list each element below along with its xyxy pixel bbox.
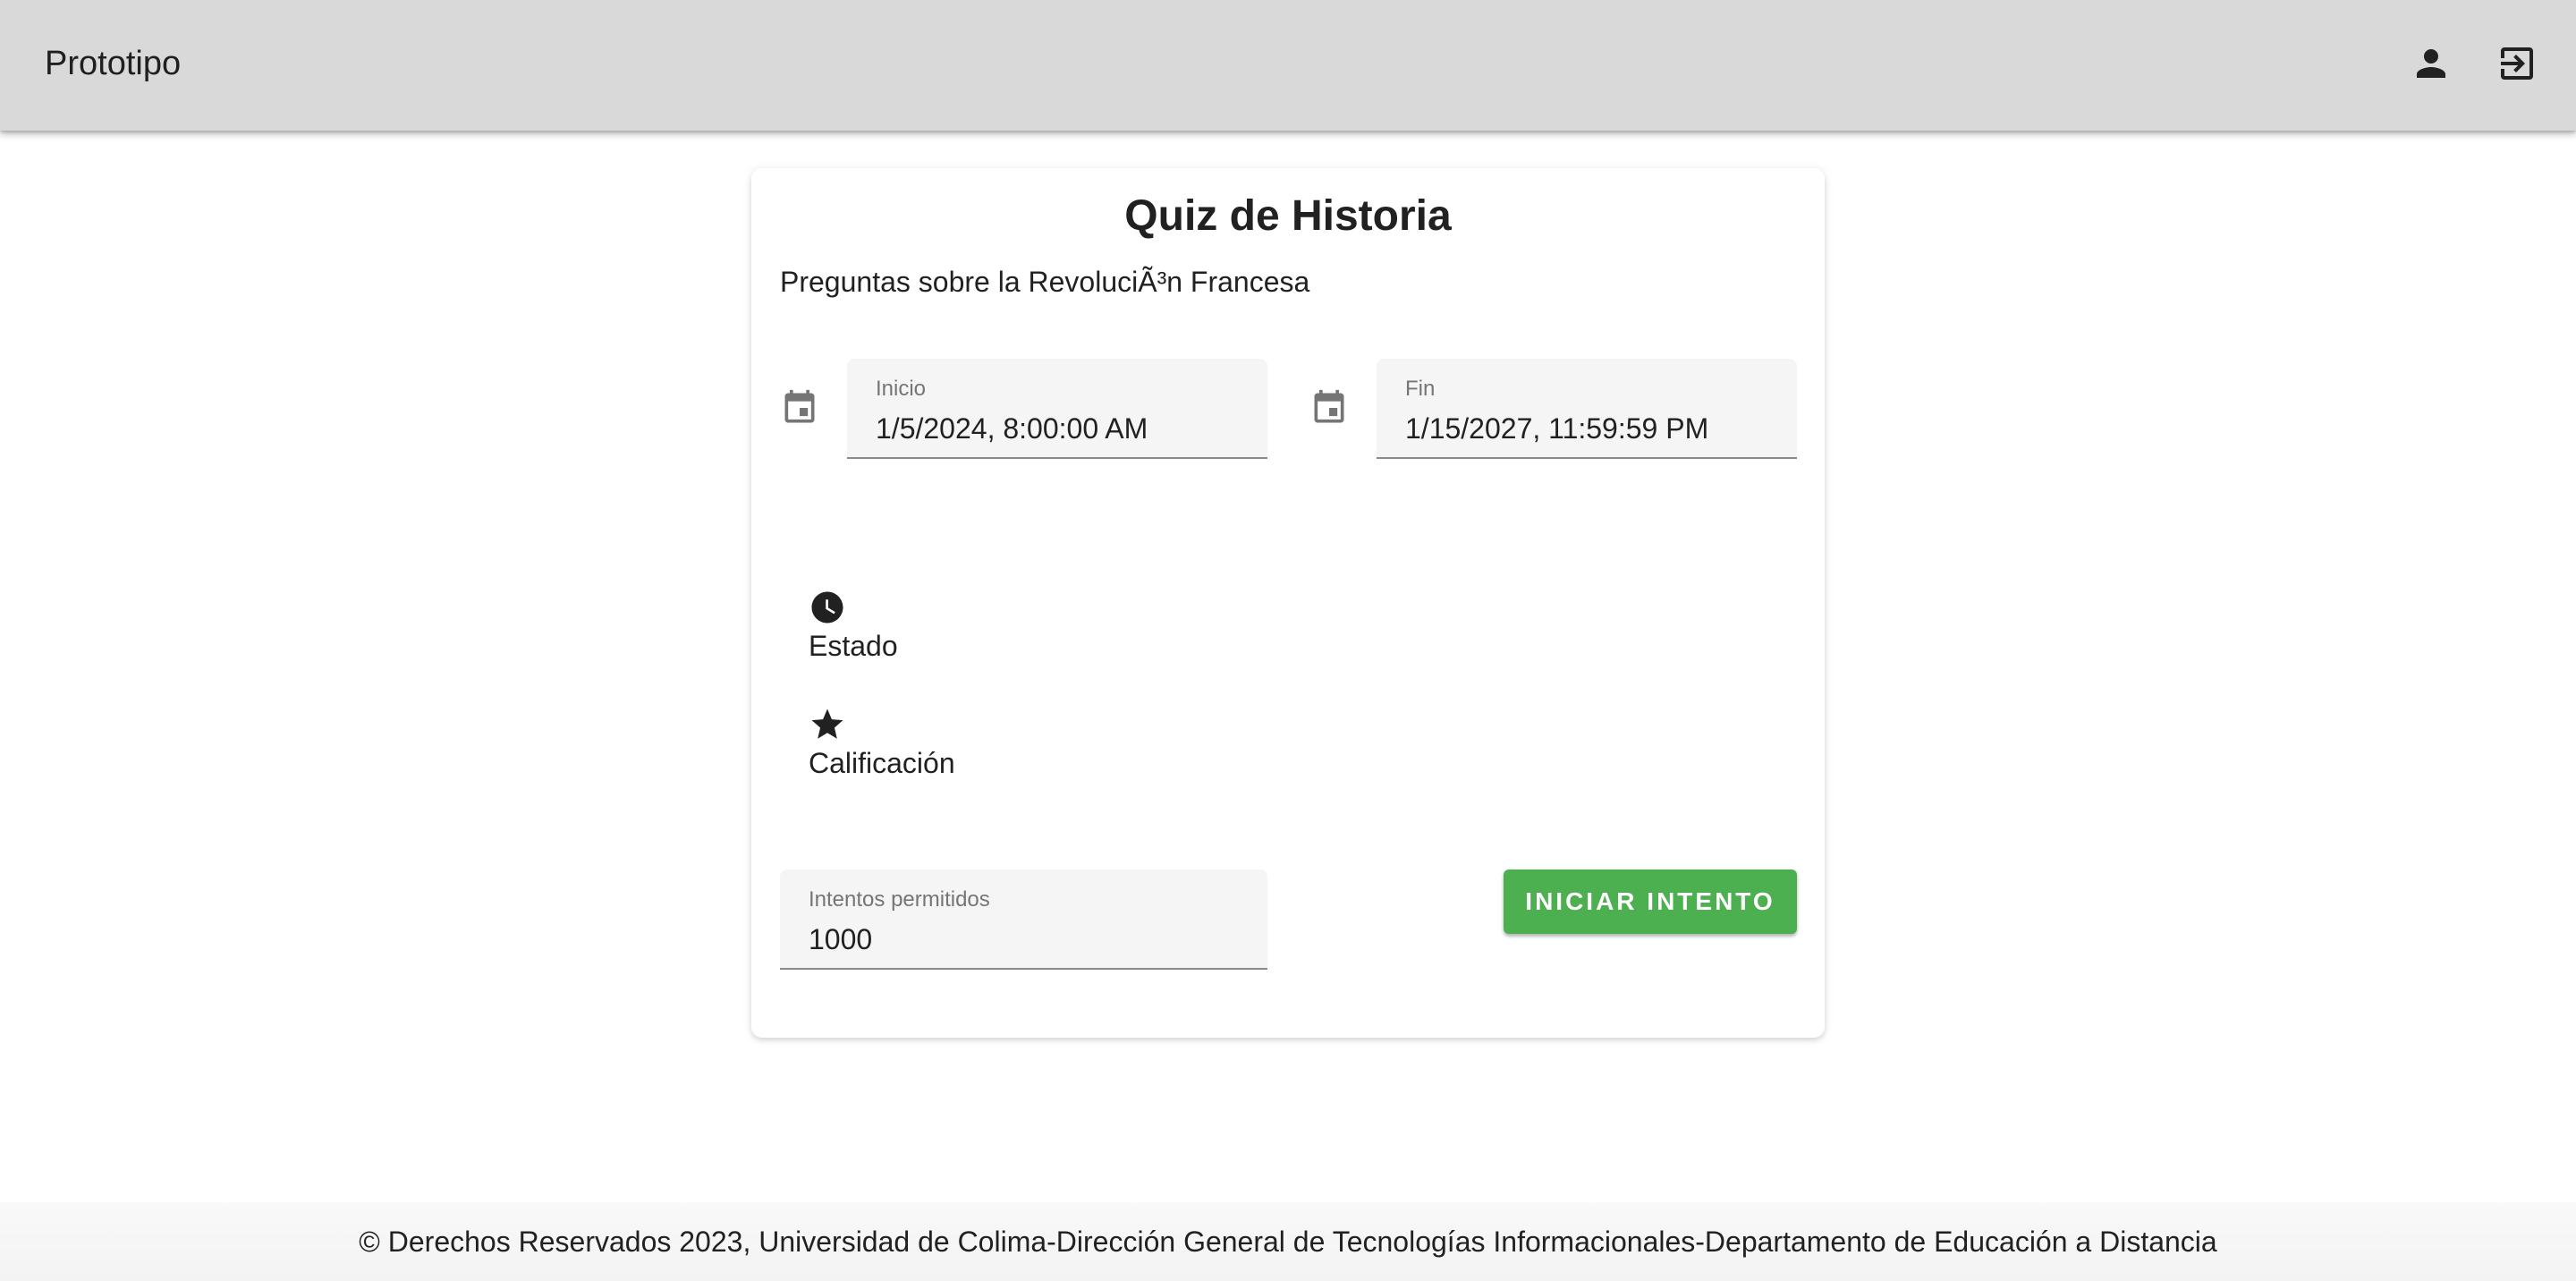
start-attempt-button[interactable]: INICIAR INTENTO xyxy=(1504,870,1797,934)
quiz-title: Quiz de Historia xyxy=(1124,192,1452,240)
end-date-field[interactable]: Fin 1/15/2027, 11:59:59 PM xyxy=(1377,359,1797,459)
start-date-value: 1/5/2024, 8:00:00 AM xyxy=(876,412,1148,445)
copyright-text: © Derechos Reservados 2023, Universidad … xyxy=(359,1226,2217,1258)
end-date-value: 1/15/2027, 11:59:59 PM xyxy=(1405,412,1709,445)
footer: © Derechos Reservados 2023, Universidad … xyxy=(0,1202,2576,1281)
top-app-bar: Prototipo xyxy=(0,0,2576,131)
end-date-label: Fin xyxy=(1405,377,1436,401)
clock-icon xyxy=(809,589,846,626)
status-label: Estado xyxy=(809,630,898,662)
start-date-label: Inicio xyxy=(876,377,927,401)
calendar-icon[interactable] xyxy=(780,388,819,428)
attempts-value: 1000 xyxy=(809,923,873,955)
star-icon xyxy=(809,706,846,743)
attempts-field[interactable]: Intentos permitidos 1000 xyxy=(780,870,1267,970)
attempts-label: Intentos permitidos xyxy=(809,887,990,912)
quiz-card: Quiz de Historia Preguntas sobre la Revo… xyxy=(751,168,1825,1038)
calendar-icon[interactable] xyxy=(1309,388,1349,428)
grade-label: Calificación xyxy=(809,747,955,779)
logout-icon[interactable] xyxy=(2496,42,2538,85)
quiz-description: Preguntas sobre la RevoluciÃ³n Francesa xyxy=(780,266,1310,298)
app-title: Prototipo xyxy=(45,45,182,82)
start-date-field[interactable]: Inicio 1/5/2024, 8:00:00 AM xyxy=(847,359,1267,459)
account-icon[interactable] xyxy=(2410,42,2453,85)
